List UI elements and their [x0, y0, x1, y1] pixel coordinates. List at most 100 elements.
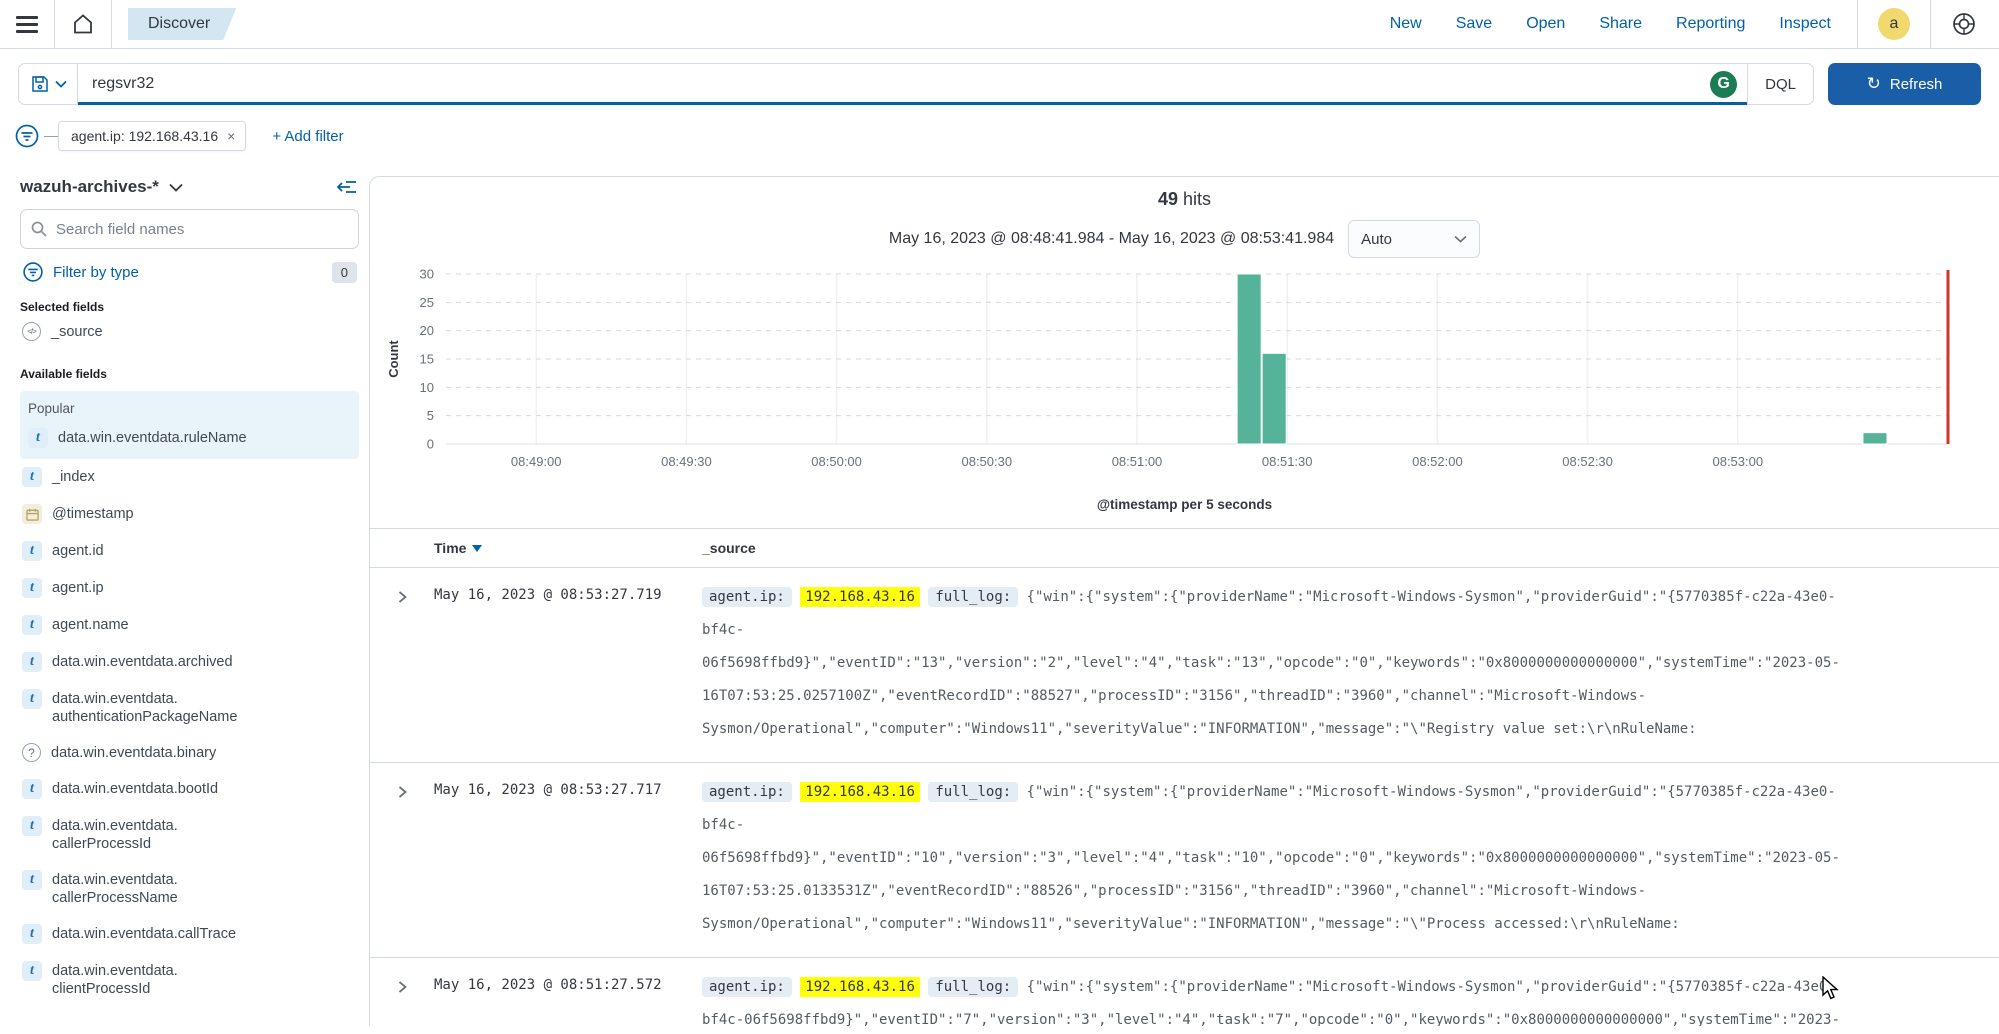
field-name: data.​win.​eventdata.​archived — [52, 653, 233, 671]
hits-count: 49 hits — [370, 189, 1999, 210]
query-input[interactable] — [78, 75, 1710, 93]
full-log-text: {"win":{"system":{"providerName":"Micros… — [702, 589, 1840, 737]
unknown-field-icon: ? — [22, 743, 41, 762]
field-item-agent-name[interactable]: tagent.​name — [20, 607, 359, 644]
string-field-icon: t — [22, 816, 42, 836]
svg-text:30: 30 — [420, 267, 434, 282]
filter-pill-agent-ip[interactable]: agent.ip: 192.168.43.16 × — [58, 121, 246, 151]
expand-row-button[interactable] — [370, 776, 434, 941]
table-row: May 16, 2023 @ 08:53:27.719agent.ip: 192… — [370, 568, 1999, 763]
query-language-button[interactable]: DQL — [1747, 64, 1813, 104]
field-name: @timestamp — [52, 505, 134, 523]
field-item-data-win-eventdata-calltrace[interactable]: tdata.​win.​eventdata.​callTrace — [20, 916, 359, 953]
field-name: data.​win.​eventdata.​binary — [51, 744, 216, 762]
avatar[interactable]: a — [1878, 8, 1910, 40]
row-timestamp: May 16, 2023 @ 08:53:27.719 — [434, 581, 702, 746]
row-source: agent.ip: 192.168.43.16 full_log: {"win"… — [702, 971, 1852, 1026]
collapse-sidebar-button[interactable] — [337, 179, 357, 195]
field-item-agent-id[interactable]: tagent.​id — [20, 533, 359, 570]
index-pattern-selector[interactable]: wazuh-archives-* — [20, 177, 159, 197]
x-axis-title: @timestamp per 5 seconds — [370, 497, 1999, 512]
nav-link-open[interactable]: Open — [1526, 15, 1565, 33]
refresh-button[interactable]: ↻ Refresh — [1828, 63, 1981, 105]
table-rows: May 16, 2023 @ 08:53:27.719agent.ip: 192… — [370, 568, 1999, 1026]
svg-text:10: 10 — [420, 380, 434, 395]
agent-ip-key-badge: agent.ip: — [702, 977, 792, 997]
field-item-data-win-eventdata-clientprocessid[interactable]: t data.​win.​eventdata.​clientProcessId — [20, 953, 359, 1007]
filter-pill-label: agent.ip: 192.168.43.16 — [71, 128, 218, 144]
chevron-down-icon — [1454, 235, 1467, 243]
top-nav-links: New Save Open Share Reporting Inspect — [1390, 15, 1857, 33]
column-header-time[interactable]: Time — [434, 540, 702, 556]
field-item-agent-ip[interactable]: t agent.​ip — [20, 570, 359, 607]
add-filter-button[interactable]: + Add filter — [272, 128, 343, 145]
remove-filter-icon[interactable]: × — [227, 128, 235, 144]
field-name: data.​win.​eventdata.​callerProcessName — [52, 871, 272, 907]
highlighted-agent-ip: 192.168.43.16 — [800, 977, 920, 997]
tab-discover[interactable]: Discover — [128, 8, 236, 40]
field-search-input[interactable] — [56, 221, 348, 238]
search-icon — [31, 221, 47, 237]
nav-link-save[interactable]: Save — [1456, 15, 1492, 33]
avatar-segment: a — [1857, 0, 1931, 48]
field-item-data-win-eventdata-binary[interactable]: ? data.​win.​eventdata.​binary — [20, 735, 359, 771]
string-field-icon: t — [22, 961, 42, 981]
chevron-right-icon — [397, 979, 408, 995]
svg-text:08:49:30: 08:49:30 — [661, 454, 712, 469]
field-item-data-win-eventdata-authenticationpackagename[interactable]: tdata.​win.​eventdata.​authenticationPac… — [20, 681, 359, 735]
filter-by-type-button[interactable]: Filter by type — [53, 264, 139, 281]
svg-text:0: 0 — [427, 437, 434, 452]
svg-text:Count: Count — [386, 340, 401, 378]
field-item-data-win-eventdata-bootid[interactable]: tdata.​win.​eventdata.​bootId — [20, 771, 359, 808]
field-item-data-win-eventdata-callerprocessname[interactable]: tdata.​win.​eventdata.​callerProcessName — [20, 862, 359, 916]
histogram-svg: 05101520253008:49:0008:49:3008:50:0008:5… — [378, 264, 1978, 492]
help-icon[interactable] — [1951, 11, 1977, 37]
field-item--timestamp[interactable]: @timestamp — [20, 496, 359, 533]
hamburger-menu-icon[interactable] — [16, 16, 38, 33]
filter-in-circle-icon — [22, 261, 44, 283]
field-item-data-win-eventdata-rulename[interactable]: tdata.​win.​eventdata.​ruleName — [26, 420, 353, 457]
agent-ip-key-badge: agent.ip: — [702, 587, 792, 607]
string-field-icon: t — [22, 615, 42, 635]
field-item-data-win-eventdata-callerprocessid[interactable]: t data.​win.​eventdata.​callerProcessId — [20, 808, 359, 862]
field-name: agent.​ip — [52, 579, 104, 597]
svg-text:08:52:30: 08:52:30 — [1562, 454, 1613, 469]
query-bar: G DQL ↻ Refresh — [0, 49, 1999, 117]
nav-link-new[interactable]: New — [1390, 15, 1422, 33]
filter-connector-line — [44, 136, 58, 137]
string-field-icon: t — [22, 652, 42, 672]
date-field-icon — [22, 504, 42, 524]
field-name: data.​win.​eventdata.​callerProcessId — [52, 817, 272, 853]
histogram-chart[interactable]: 05101520253008:49:0008:49:3008:50:0008:5… — [370, 264, 1999, 497]
column-header-source: _source — [702, 540, 1999, 556]
row-timestamp: May 16, 2023 @ 08:51:27.572 — [434, 971, 702, 1026]
table-header-row: Time _source — [370, 528, 1999, 568]
field-item--index[interactable]: t_index — [20, 459, 359, 496]
string-field-icon: t — [22, 578, 42, 598]
expand-row-button[interactable] — [370, 581, 434, 746]
popular-fields-list: tdata.​win.​eventdata.​ruleName — [26, 420, 353, 457]
field-name: data.​win.​eventdata.​clientProcessId — [52, 962, 272, 998]
filter-in-circle-icon[interactable] — [14, 123, 40, 149]
nav-link-reporting[interactable]: Reporting — [1676, 15, 1745, 33]
field-item--source[interactable]: </>_source — [20, 314, 359, 350]
chevron-right-icon — [397, 784, 408, 800]
svg-text:08:49:00: 08:49:00 — [511, 454, 562, 469]
home-icon[interactable] — [71, 12, 95, 36]
string-field-icon: t — [28, 428, 48, 448]
full-log-key-badge: full_log: — [928, 587, 1018, 607]
grammarly-icon[interactable]: G — [1710, 71, 1737, 98]
string-field-icon: t — [22, 924, 42, 944]
nav-link-inspect[interactable]: Inspect — [1779, 15, 1831, 33]
save-query-icon — [31, 75, 49, 93]
saved-query-menu-button[interactable] — [19, 64, 78, 104]
sort-descending-icon — [472, 545, 482, 552]
svg-text:08:52:00: 08:52:00 — [1412, 454, 1463, 469]
svg-text:08:50:00: 08:50:00 — [811, 454, 862, 469]
expand-row-button[interactable] — [370, 971, 434, 1026]
nav-link-share[interactable]: Share — [1599, 15, 1642, 33]
row-timestamp: May 16, 2023 @ 08:53:27.717 — [434, 776, 702, 941]
field-item-data-win-eventdata-archived[interactable]: t data.​win.​eventdata.​archived — [20, 644, 359, 681]
interval-select[interactable]: Auto — [1348, 220, 1480, 258]
field-name: data.​win.​eventdata.​authenticationPack… — [52, 690, 272, 726]
